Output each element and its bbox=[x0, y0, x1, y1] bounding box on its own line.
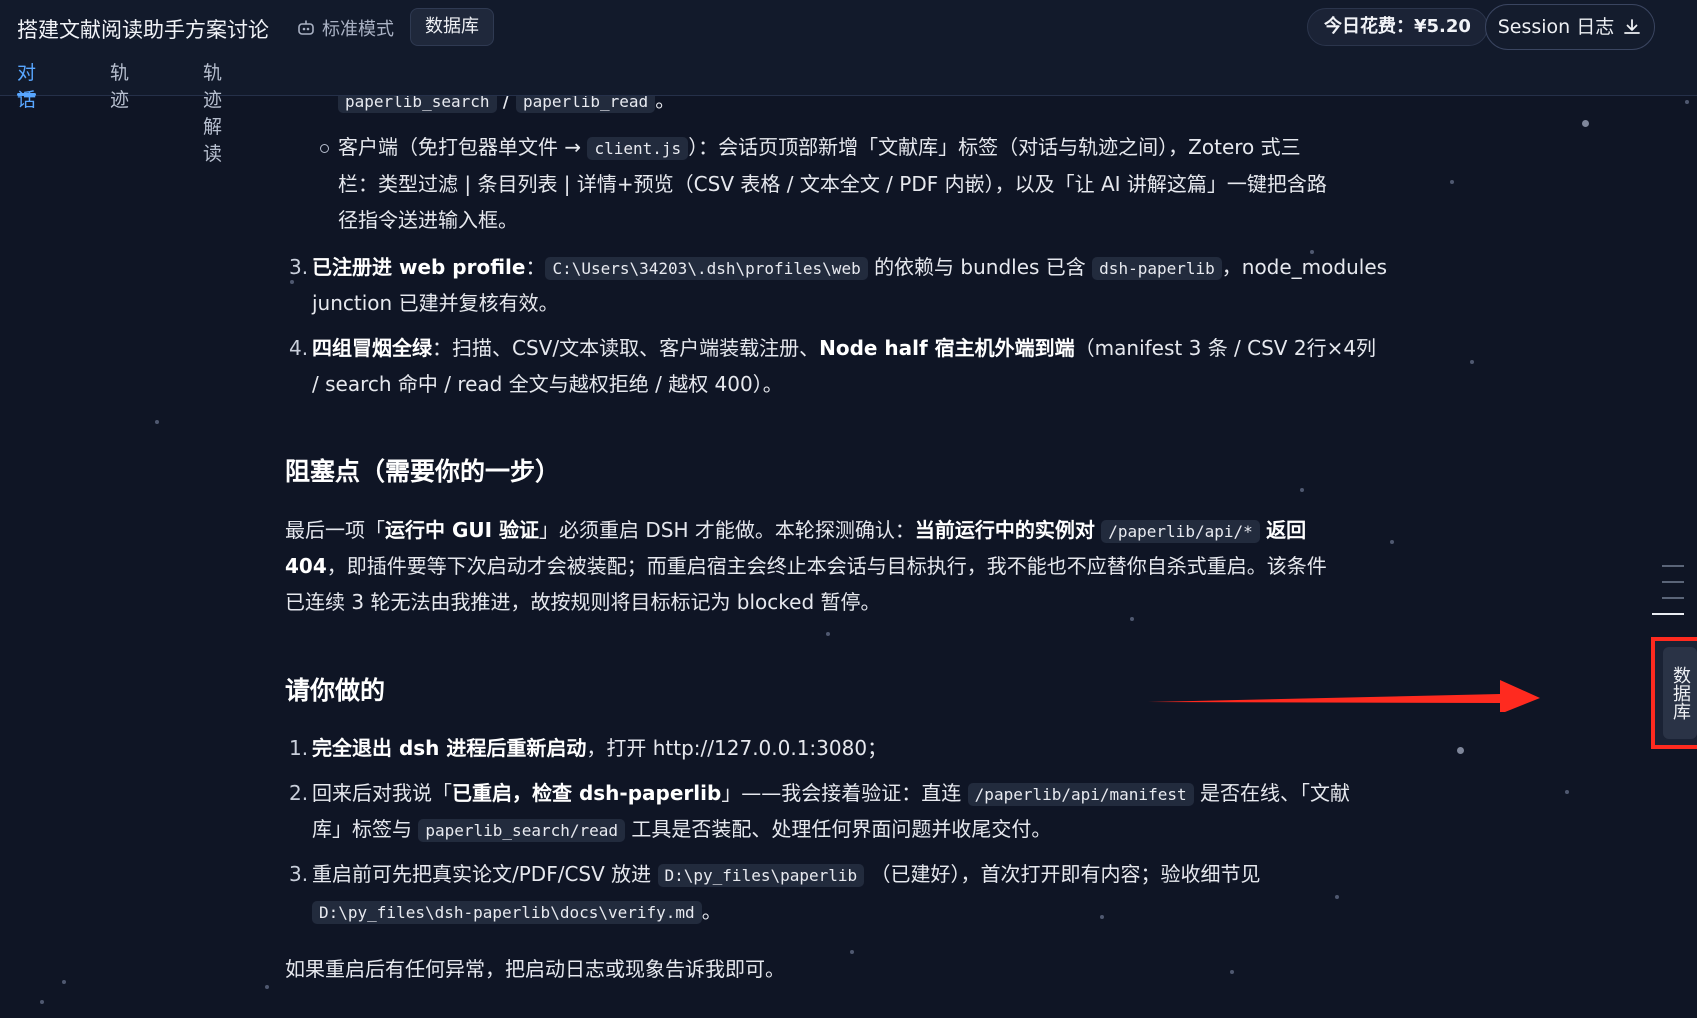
tab-trajectory[interactable]: 轨迹 bbox=[110, 58, 129, 111]
download-icon bbox=[1624, 19, 1641, 34]
todo-step-2: 回来后对我说「已重启，检查 dsh-paperlib」——我会接着验证：直连 /… bbox=[312, 781, 1350, 806]
inline-code: paperlib_search/read bbox=[418, 819, 626, 842]
database-side-tab-highlight: 数据库 bbox=[1651, 637, 1697, 749]
list-item-3: 已注册进 web profile： C:\Users\34203\.dsh\pro… bbox=[312, 255, 1388, 280]
list-item-3-line2: junction 已建并复核有效。 bbox=[312, 291, 559, 315]
todo-step-1: 完全退出 dsh 进程后重新启动，打开 http://127.0.0.1:308… bbox=[312, 736, 888, 760]
inline-code: paperlib_search bbox=[338, 96, 497, 113]
inline-code: /paperlib/api/manifest bbox=[967, 783, 1194, 806]
annotation-arrow-icon bbox=[1148, 680, 1540, 712]
top-line: paperlib_search / paperlib_read。 bbox=[338, 96, 675, 120]
chat-message: paperlib_search / paperlib_read。 客户端（免打包… bbox=[0, 96, 1697, 1018]
inline-code: D:\py_files\paperlib bbox=[657, 864, 865, 887]
bullet-icon bbox=[320, 144, 329, 153]
list-number: 2. bbox=[289, 781, 309, 805]
closing-text: 如果重启后有任何异常，把启动日志或现象告诉我即可。 bbox=[285, 957, 785, 981]
todo-step-3: 重启前可先把真实论文/PDF/CSV 放进 D:\py_files\paperl… bbox=[312, 862, 1261, 887]
database-side-tab[interactable]: 数据库 bbox=[1663, 647, 1697, 739]
list-number: 3. bbox=[289, 255, 309, 279]
list-item-4: 四组冒烟全绿：扫描、CSV/文本读取、客户端装载注册、Node half 宿主机… bbox=[312, 336, 1377, 360]
client-sub-item-line2: 栏：类型过滤 | 条目列表 | 详情+预览（CSV 表格 / 文本全文 / PD… bbox=[338, 172, 1327, 196]
inline-code: /paperlib/api/* bbox=[1101, 520, 1260, 543]
todo-step-2-line2: 库」标签与 paperlib_search/read 工具是否装配、处理任何界面… bbox=[312, 817, 1052, 842]
todo-heading: 请你做的 bbox=[285, 676, 386, 705]
mode-selector[interactable]: 标准模式 bbox=[296, 15, 394, 41]
robot-icon bbox=[298, 20, 314, 35]
inline-code: dsh-paperlib bbox=[1092, 257, 1222, 280]
blocker-heading: 阻塞点（需要你的一步） bbox=[285, 457, 561, 486]
list-number: 4. bbox=[289, 336, 309, 360]
session-log-label: Session 日志 bbox=[1497, 16, 1615, 38]
client-sub-item-line3: 径指令送进输入框。 bbox=[338, 208, 518, 232]
tab-trajectory-analysis[interactable]: 轨迹解读 bbox=[203, 58, 222, 165]
inline-code: client.js bbox=[587, 137, 689, 160]
blocker-paragraph: 最后一项「运行中 GUI 验证」必须重启 DSH 才能做。本轮探测确认：当前运行… bbox=[285, 518, 1307, 543]
mode-label: 标准模式 bbox=[322, 19, 394, 40]
database-button[interactable]: 数据库 bbox=[410, 8, 494, 46]
inline-code: D:\py_files\dsh-paperlib\docs\verify.md bbox=[312, 901, 702, 924]
daily-cost-badge: 今日花费：¥5.20 bbox=[1307, 8, 1488, 46]
list-number: 1. bbox=[289, 736, 309, 760]
session-log-button[interactable]: Session 日志 bbox=[1485, 4, 1655, 50]
scroll-minimap[interactable] bbox=[1650, 565, 1684, 629]
client-sub-item: 客户端（免打包器单文件 → client.js ）：会话页顶部新增「文献库」标签（… bbox=[338, 135, 1301, 160]
top-bar: 搭建文献阅读助手方案讨论 标准模式 数据库 今日花费：¥5.20 Session… bbox=[0, 0, 1697, 165]
todo-step-3-line2: D:\py_files\dsh-paperlib\docs\verify.md。 bbox=[312, 893, 722, 931]
blocker-paragraph-line2: 404，即插件要等下次启动才会被装配；而重启宿主会终止本会话与目标执行，我不能也… bbox=[285, 554, 1327, 578]
tab-chat[interactable]: 对话 bbox=[17, 58, 37, 111]
conversation-title: 搭建文献阅读助手方案讨论 bbox=[17, 18, 269, 42]
inline-code: C:\Users\34203\.dsh\profiles\web bbox=[545, 257, 868, 280]
list-number: 3. bbox=[289, 862, 309, 886]
blocker-paragraph-line3: 已连续 3 轮无法由我推进，故按规则将目标标记为 blocked 暂停。 bbox=[285, 590, 881, 614]
list-item-4-line2: / search 命中 / read 全文与越权拒绝 / 越权 400）。 bbox=[312, 372, 783, 396]
inline-code: paperlib_read bbox=[515, 96, 656, 113]
